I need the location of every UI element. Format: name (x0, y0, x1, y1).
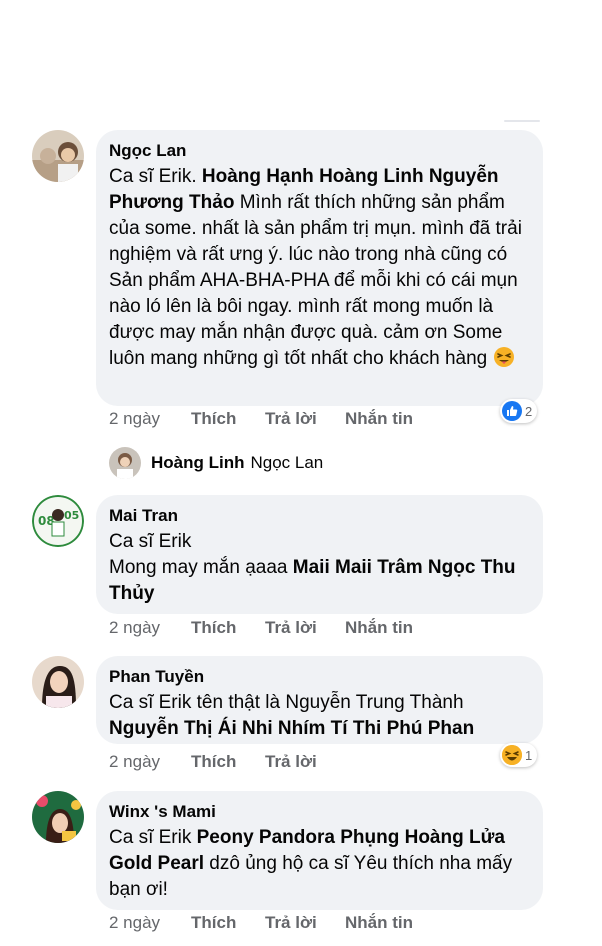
comment-thread: Ngọc Lan Ca sĩ Erik. Hoàng Hạnh Hoàng Li… (0, 0, 602, 946)
message-button[interactable]: Nhắn tin (345, 913, 413, 933)
reply-button[interactable]: Trả lời (265, 618, 345, 638)
like-icon (502, 401, 522, 421)
like-button[interactable]: Thích (191, 913, 265, 933)
reaction-count: 1 (525, 747, 533, 763)
comment-bubble: Winx 's Mami Ca sĩ Erik Peony Pandora Ph… (96, 791, 543, 910)
comment-bubble: Mai Tran Ca sĩ Erik Mong may mắn ạaaa Ma… (96, 495, 543, 614)
avatar[interactable] (32, 130, 84, 182)
message-button[interactable]: Nhắn tin (345, 618, 413, 638)
comment-actions: 2 ngày Thích Trả lời Nhắn tin (109, 409, 413, 429)
comment-time[interactable]: 2 ngày (109, 752, 191, 772)
comment-bubble: Ngọc Lan Ca sĩ Erik. Hoàng Hạnh Hoàng Li… (96, 130, 543, 406)
comment-text: Ca sĩ Erik. Hoàng Hạnh Hoàng Linh Nguyễn… (109, 164, 529, 372)
comment-text-segment: Ca sĩ Erik. (109, 166, 202, 187)
comment-author[interactable]: Mai Tran (109, 505, 529, 527)
comment-author[interactable]: Ngọc Lan (109, 140, 529, 162)
comment-text-segment: Mình rất thích những sản phẩm của some. … (109, 192, 522, 369)
comment-text: Ca sĩ Erik Peony Pandora Phụng Hoàng Lửa… (109, 825, 529, 903)
avatar[interactable] (32, 791, 84, 843)
comment-text-line: Ca sĩ Erik (109, 531, 192, 552)
comment-time[interactable]: 2 ngày (109, 618, 191, 638)
comment-author[interactable]: Winx 's Mami (109, 801, 529, 823)
comment-text: Ca sĩ Erik tên thật là Nguyễn Trung Thàn… (109, 690, 529, 742)
svg-text:05: 05 (64, 509, 79, 522)
message-button[interactable]: Nhắn tin (345, 409, 413, 429)
comment-time[interactable]: 2 ngày (109, 409, 191, 429)
reply-snippet: Ngọc Lan (250, 453, 324, 472)
squinting-tongue-emoji-icon (493, 346, 515, 368)
reaction-count: 2 (525, 403, 533, 419)
like-button[interactable]: Thích (191, 618, 265, 638)
comment-bubble: Phan Tuyền Ca sĩ Erik tên thật là Nguyễn… (96, 656, 543, 744)
comment-author[interactable]: Phan Tuyền (109, 666, 529, 688)
divider (504, 120, 540, 122)
reply-button[interactable]: Trả lời (265, 752, 345, 772)
avatar (109, 447, 141, 479)
reply-author: Hoàng Linh (151, 453, 245, 472)
comment-actions: 2 ngày Thích Trả lời (109, 752, 345, 772)
comment-text-segment: Ca sĩ Erik (109, 827, 197, 848)
like-button[interactable]: Thích (191, 409, 265, 429)
comment-text-line: Ca sĩ Erik tên thật là Nguyễn Trung Thàn… (109, 692, 464, 713)
like-button[interactable]: Thích (191, 752, 265, 772)
comment-actions: 2 ngày Thích Trả lời Nhắn tin (109, 913, 413, 933)
reply-button[interactable]: Trả lời (265, 913, 345, 933)
tagged-names[interactable]: Nguyễn Thị Ái Nhi Nhím Tí Thi Phú Phan (109, 718, 474, 739)
haha-icon (502, 745, 522, 765)
avatar[interactable]: 08 05 (32, 495, 84, 547)
reply-preview[interactable]: Hoàng Linh Ngọc Lan (109, 446, 323, 480)
comment-text: Ca sĩ Erik Mong may mắn ạaaa Maii Maii T… (109, 529, 529, 607)
avatar[interactable] (32, 656, 84, 708)
comment-time[interactable]: 2 ngày (109, 913, 191, 933)
comment-text-segment: Mong may mắn ạaaa (109, 557, 293, 578)
reaction-badge[interactable]: 1 (500, 743, 538, 767)
reaction-badge[interactable]: 2 (500, 399, 538, 423)
comment-actions: 2 ngày Thích Trả lời Nhắn tin (109, 618, 413, 638)
reply-button[interactable]: Trả lời (265, 409, 345, 429)
